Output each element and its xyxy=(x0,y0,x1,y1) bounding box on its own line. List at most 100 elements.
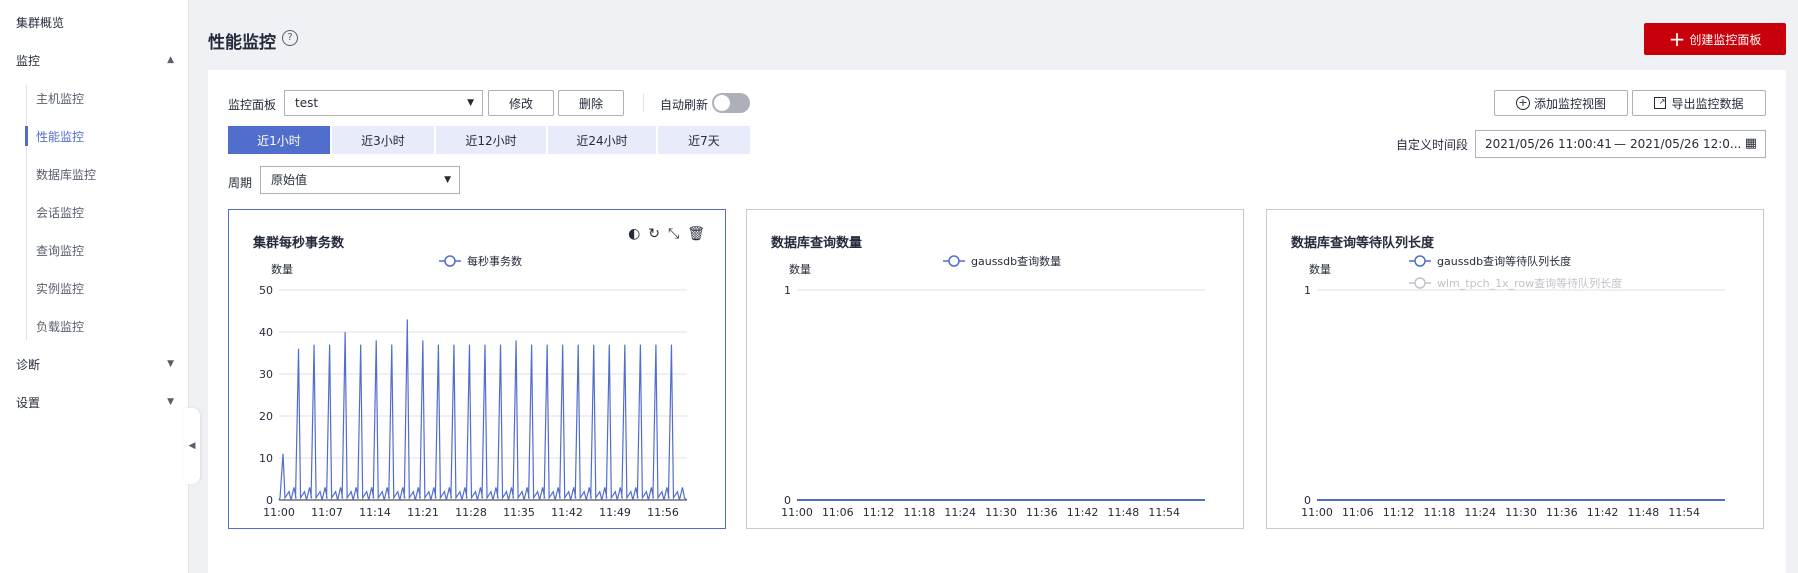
toggle-knob xyxy=(714,95,730,111)
chart-card-query-queue[interactable]: 数据库查询等待队列长度 数量 0 1 11:00 11:06 11:12 11:18 11:2… xyxy=(1266,209,1764,529)
custom-time-label: 自定义时间段 xyxy=(1396,138,1469,152)
page-title: 性能监控 xyxy=(208,33,276,53)
chevron-up-icon[interactable]: ▲ xyxy=(167,55,174,65)
y-tick-label: 50 xyxy=(259,284,273,297)
tab-last-24h[interactable]: 近24小时 xyxy=(548,126,656,154)
date-end: 2021/05/26 12:0... xyxy=(1630,137,1742,151)
chart-svg: 数量0111:00 11:06 11:12 11:18 11:24 11:30 11:36 1… xyxy=(1301,254,1725,519)
y-tick-label: 20 xyxy=(259,410,273,423)
x-tick-label: 11:00 xyxy=(781,506,813,519)
nav-monitor[interactable]: 监控 xyxy=(16,52,40,69)
tab-last-7d[interactable]: 近7天 xyxy=(658,126,750,154)
date-start: 2021/05/26 11:00:41 xyxy=(1485,137,1612,151)
sidebar-item-query-monitor[interactable]: 查询监控 xyxy=(36,242,84,259)
x-tick-label: 11:42 xyxy=(1587,506,1619,519)
create-dashboard-button[interactable]: + 创建监控面板 xyxy=(1644,23,1786,55)
x-tick-label: 11:48 xyxy=(1628,506,1660,519)
dashboard-select[interactable]: test ▼ xyxy=(284,90,483,116)
chart-card-tps[interactable]: 集群每秒事务数 ◐ ↻ ⤡ 🗑 数量 0 10 20 30 40 50 11:00 11:07 1… xyxy=(228,209,726,529)
legend-entry: gaussdb查询等待队列长度 xyxy=(1437,254,1571,268)
tab-last-3h[interactable]: 近3小时 xyxy=(332,126,434,154)
date-range-picker[interactable]: 2021/05/26 11:00:41 — 2021/05/26 12:0...… xyxy=(1475,130,1766,158)
date-separator: — xyxy=(1614,137,1626,151)
tab-last-12h[interactable]: 近12小时 xyxy=(436,126,546,154)
auto-refresh-toggle[interactable] xyxy=(712,93,750,113)
x-tick-label: 11:24 xyxy=(1464,506,1496,519)
legend-marker xyxy=(444,255,456,267)
y-tick-label: 1 xyxy=(784,284,791,297)
chevron-left-icon: ◀ xyxy=(188,441,196,451)
period-label: 周期 xyxy=(228,176,253,190)
x-tick-label: 11:18 xyxy=(1424,506,1456,519)
plus-icon: + xyxy=(1668,27,1686,51)
legend-entry: gaussdb查询数量 xyxy=(971,254,1061,268)
delete-button[interactable]: 删除 xyxy=(558,90,624,116)
create-dashboard-label: 创建监控面板 xyxy=(1689,32,1762,47)
divider xyxy=(643,94,644,112)
y-tick-label: 1 xyxy=(1304,284,1311,297)
legend-marker xyxy=(1414,255,1426,267)
x-tick-label: 11:48 xyxy=(1108,506,1140,519)
export-icon: ↗ xyxy=(1654,97,1667,109)
sidebar-item-session-monitor[interactable]: 会话监控 xyxy=(36,204,84,221)
x-tick-label: 11:42 xyxy=(551,506,583,519)
x-tick-label: 11:54 xyxy=(1148,506,1180,519)
x-tick-label: 11:36 xyxy=(1026,506,1058,519)
nav-settings[interactable]: 设置 xyxy=(16,394,40,411)
chart-svg: 数量0111:00 11:06 11:12 11:18 11:24 11:30 11:36 1… xyxy=(781,254,1205,519)
dashboard-select-value: test xyxy=(295,96,319,110)
y-axis-label: 数量 xyxy=(789,263,811,276)
nav-diagnose[interactable]: 诊断 xyxy=(16,356,40,373)
main-panel: 监控面板 test ▼ 修改 删除 自动刷新 + 添加监控视图 ↗ 导出监控数据… xyxy=(208,70,1786,573)
caret-down-icon: ▼ xyxy=(444,175,451,185)
x-tick-label: 11:28 xyxy=(455,506,487,519)
x-tick-label: 11:35 xyxy=(503,506,535,519)
series-line xyxy=(278,319,688,501)
tab-last-1h[interactable]: 近1小时 xyxy=(228,126,330,154)
x-tick-label: 11:12 xyxy=(863,506,895,519)
x-tick-label: 11:21 xyxy=(407,506,439,519)
x-tick-label: 11:30 xyxy=(985,506,1017,519)
x-tick-label: 11:06 xyxy=(822,506,854,519)
x-tick-label: 11:06 xyxy=(1342,506,1374,519)
period-select[interactable]: 原始值 ▼ xyxy=(260,166,460,194)
legend-marker xyxy=(1414,277,1426,289)
x-tick-label: 11:30 xyxy=(1505,506,1537,519)
sidebar-item-performance-monitor[interactable]: 性能监控 xyxy=(36,128,84,145)
sidebar-collapse-handle[interactable]: ◀ xyxy=(184,408,200,484)
edit-button[interactable]: 修改 xyxy=(488,90,554,116)
legend-entry: wlm_tpch_1x_row查询等待队列长度 xyxy=(1437,276,1622,290)
y-tick-label: 40 xyxy=(259,326,273,339)
x-tick-label: 11:00 xyxy=(263,506,295,519)
x-tick-label: 11:12 xyxy=(1383,506,1415,519)
nav-active-indicator xyxy=(25,126,28,146)
help-icon[interactable]: ? xyxy=(282,30,298,46)
sidebar-item-database-monitor[interactable]: 数据库监控 xyxy=(36,166,96,183)
nav-cluster-overview[interactable]: 集群概览 xyxy=(16,14,64,31)
period-select-value: 原始值 xyxy=(271,173,308,187)
add-view-label: 添加监控视图 xyxy=(1533,96,1606,111)
x-tick-label: 11:49 xyxy=(599,506,631,519)
x-tick-label: 11:54 xyxy=(1668,506,1700,519)
x-tick-label: 11:07 xyxy=(311,506,343,519)
x-tick-label: 11:14 xyxy=(359,506,391,519)
chart-card-query-count[interactable]: 数据库查询数量 数量 0 1 11:00 11:06 11:12 11:18 11:24 11:… xyxy=(746,209,1244,529)
calendar-icon: ▦ xyxy=(1744,136,1757,151)
caret-down-icon: ▼ xyxy=(467,98,474,108)
sidebar: 集群概览 监控 ▲ 主机监控 性能监控 数据库监控 会话监控 查询监控 实例监控… xyxy=(0,0,189,573)
sidebar-item-load-monitor[interactable]: 负载监控 xyxy=(36,318,84,335)
legend-marker xyxy=(948,255,960,267)
x-tick-label: 11:36 xyxy=(1546,506,1578,519)
chevron-down-icon[interactable]: ▼ xyxy=(167,359,174,369)
export-data-label: 导出监控数据 xyxy=(1671,96,1744,111)
plus-circle-icon: + xyxy=(1515,96,1530,110)
y-tick-label: 10 xyxy=(259,452,273,465)
x-tick-label: 11:56 xyxy=(647,506,679,519)
chevron-down-icon[interactable]: ▼ xyxy=(167,397,174,407)
sidebar-item-instance-monitor[interactable]: 实例监控 xyxy=(36,280,84,297)
chart-svg: 数量0102030405011:00 11:07 11:14 11:21 11:28 11… xyxy=(259,254,688,519)
x-tick-label: 11:18 xyxy=(904,506,936,519)
export-data-button[interactable]: ↗ 导出监控数据 xyxy=(1632,90,1766,116)
add-view-button[interactable]: + 添加监控视图 xyxy=(1494,90,1628,116)
sidebar-item-host-monitor[interactable]: 主机监控 xyxy=(36,90,84,107)
